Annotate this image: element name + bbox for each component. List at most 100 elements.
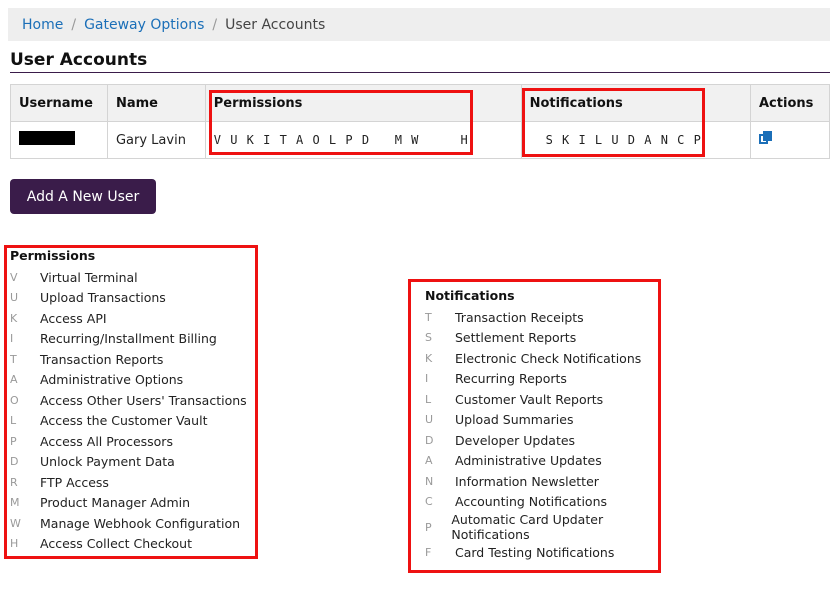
breadcrumb-separator: / xyxy=(71,16,77,33)
legend-label: Upload Transactions xyxy=(40,290,166,306)
list-item: V Virtual Terminal xyxy=(10,267,254,288)
legend-code: W xyxy=(10,516,21,530)
permissions-legend-title: Permissions xyxy=(10,248,96,263)
list-item: I Recurring/Installment Billing xyxy=(10,329,254,350)
legend-code: T xyxy=(425,310,432,324)
legend-label: Automatic Card Updater Notifications xyxy=(451,512,604,542)
legend-code: M xyxy=(10,496,20,510)
copy-icon[interactable] xyxy=(759,131,773,145)
add-new-user-button[interactable]: Add A New User xyxy=(10,179,156,214)
list-item: D Developer Updates xyxy=(425,430,657,451)
legend-code: D xyxy=(425,433,434,447)
list-item: D Unlock Payment Data xyxy=(10,452,254,473)
list-item: K Electronic Check Notifications xyxy=(425,348,657,369)
list-item: K Access API xyxy=(10,308,254,329)
legend-label: Administrative Options xyxy=(40,372,184,388)
legend-code: P xyxy=(10,434,17,448)
page-title: User Accounts xyxy=(10,50,148,70)
list-item: N Information Newsletter xyxy=(425,471,657,492)
list-item: A Administrative Updates xyxy=(425,451,657,472)
actions-cell xyxy=(750,121,830,159)
permissions-cell: V U K I T A O L P D M W H xyxy=(204,121,522,159)
legend-label: Access Other Users' Transactions xyxy=(40,392,247,408)
list-item: P Access All Processors xyxy=(10,431,254,452)
legend-code: A xyxy=(425,454,433,468)
legend-label: Transaction Receipts xyxy=(455,309,584,325)
legend-code: S xyxy=(425,331,432,345)
legend-code: L xyxy=(10,414,17,428)
legend-code: O xyxy=(10,393,19,407)
list-item: S Settlement Reports xyxy=(425,328,657,349)
notifications-cell: S K I L U D A N C P xyxy=(520,121,752,159)
legend-label: Administrative Updates xyxy=(455,453,602,469)
column-header-username: Username xyxy=(10,84,108,122)
legend-code: K xyxy=(10,311,18,325)
legend-label: Information Newsletter xyxy=(455,473,599,489)
legend-label: Recurring Reports xyxy=(455,371,567,387)
username-cell xyxy=(10,121,108,159)
list-item: L Access the Customer Vault xyxy=(10,411,254,432)
legend-label: Developer Updates xyxy=(455,432,576,448)
list-item: A Administrative Options xyxy=(10,370,254,391)
list-item: O Access Other Users' Transactions xyxy=(10,390,254,411)
list-item: P Automatic Card Updater Notifications xyxy=(425,512,657,542)
column-header-permissions: Permissions xyxy=(204,84,522,122)
breadcrumb-home-link[interactable]: Home xyxy=(22,17,63,33)
list-item: H Access Collect Checkout xyxy=(10,534,254,555)
legend-code: L xyxy=(425,392,432,406)
legend-code: T xyxy=(10,352,17,366)
legend-label: Transaction Reports xyxy=(40,351,164,367)
legend-code: K xyxy=(425,351,433,365)
legend-code: U xyxy=(10,291,19,305)
legend-code: U xyxy=(425,413,434,427)
column-header-name: Name xyxy=(106,84,206,122)
legend-code: F xyxy=(425,545,432,559)
legend-label: Access Collect Checkout xyxy=(40,536,193,552)
list-item: U Upload Summaries xyxy=(425,410,657,431)
legend-label: Electronic Check Notifications xyxy=(455,350,642,366)
notifications-legend: Notifications T Transaction Receipts S Sett… xyxy=(425,288,657,563)
list-item: T Transaction Reports xyxy=(10,349,254,370)
user-accounts-table: Username Name Permissions Notifications … xyxy=(10,84,830,159)
title-divider xyxy=(10,72,830,73)
legend-label: Manage Webhook Configuration xyxy=(40,515,241,531)
list-item: M Product Manager Admin xyxy=(10,493,254,514)
table-header-row: Username Name Permissions Notifications … xyxy=(10,84,830,122)
legend-code: R xyxy=(10,475,18,489)
legend-label: Access API xyxy=(40,310,107,326)
legend-label: Recurring/Installment Billing xyxy=(40,331,217,347)
list-item: C Accounting Notifications xyxy=(425,492,657,513)
list-item: R FTP Access xyxy=(10,472,254,493)
breadcrumb-current: User Accounts xyxy=(225,16,326,33)
list-item: I Recurring Reports xyxy=(425,369,657,390)
legend-label: Access the Customer Vault xyxy=(40,413,208,429)
legend-code: C xyxy=(425,495,433,509)
permissions-legend: Permissions V Virtual Terminal U Upload Tra… xyxy=(10,248,254,554)
legend-label: Customer Vault Reports xyxy=(455,391,604,407)
breadcrumb-gateway-options-link[interactable]: Gateway Options xyxy=(84,17,204,33)
legend-code: D xyxy=(10,455,19,469)
legend-label: Access All Processors xyxy=(40,433,173,449)
legend-code: N xyxy=(425,474,434,488)
legend-label: Accounting Notifications xyxy=(455,494,608,510)
list-item: W Manage Webhook Configuration xyxy=(10,513,254,534)
legend-code: V xyxy=(10,270,18,284)
legend-code: H xyxy=(10,537,19,551)
legend-code: I xyxy=(10,332,14,346)
column-header-actions: Actions xyxy=(750,84,830,122)
breadcrumb: Home / Gateway Options / User Accounts xyxy=(8,8,830,41)
legend-label: Upload Summaries xyxy=(455,412,574,428)
notifications-legend-title: Notifications xyxy=(425,288,515,303)
legend-label: Unlock Payment Data xyxy=(40,454,175,470)
legend-label: FTP Access xyxy=(40,474,109,490)
list-item: U Upload Transactions xyxy=(10,288,254,309)
list-item: F Card Testing Notifications xyxy=(425,542,657,563)
legend-code: I xyxy=(425,372,429,386)
legend-label: Virtual Terminal xyxy=(40,269,138,285)
legend-label: Settlement Reports xyxy=(455,330,577,346)
column-header-notifications: Notifications xyxy=(520,84,752,122)
legend-code: A xyxy=(10,373,18,387)
legend-label: Product Manager Admin xyxy=(40,495,191,511)
list-item: T Transaction Receipts xyxy=(425,307,657,328)
breadcrumb-separator: / xyxy=(212,16,218,33)
